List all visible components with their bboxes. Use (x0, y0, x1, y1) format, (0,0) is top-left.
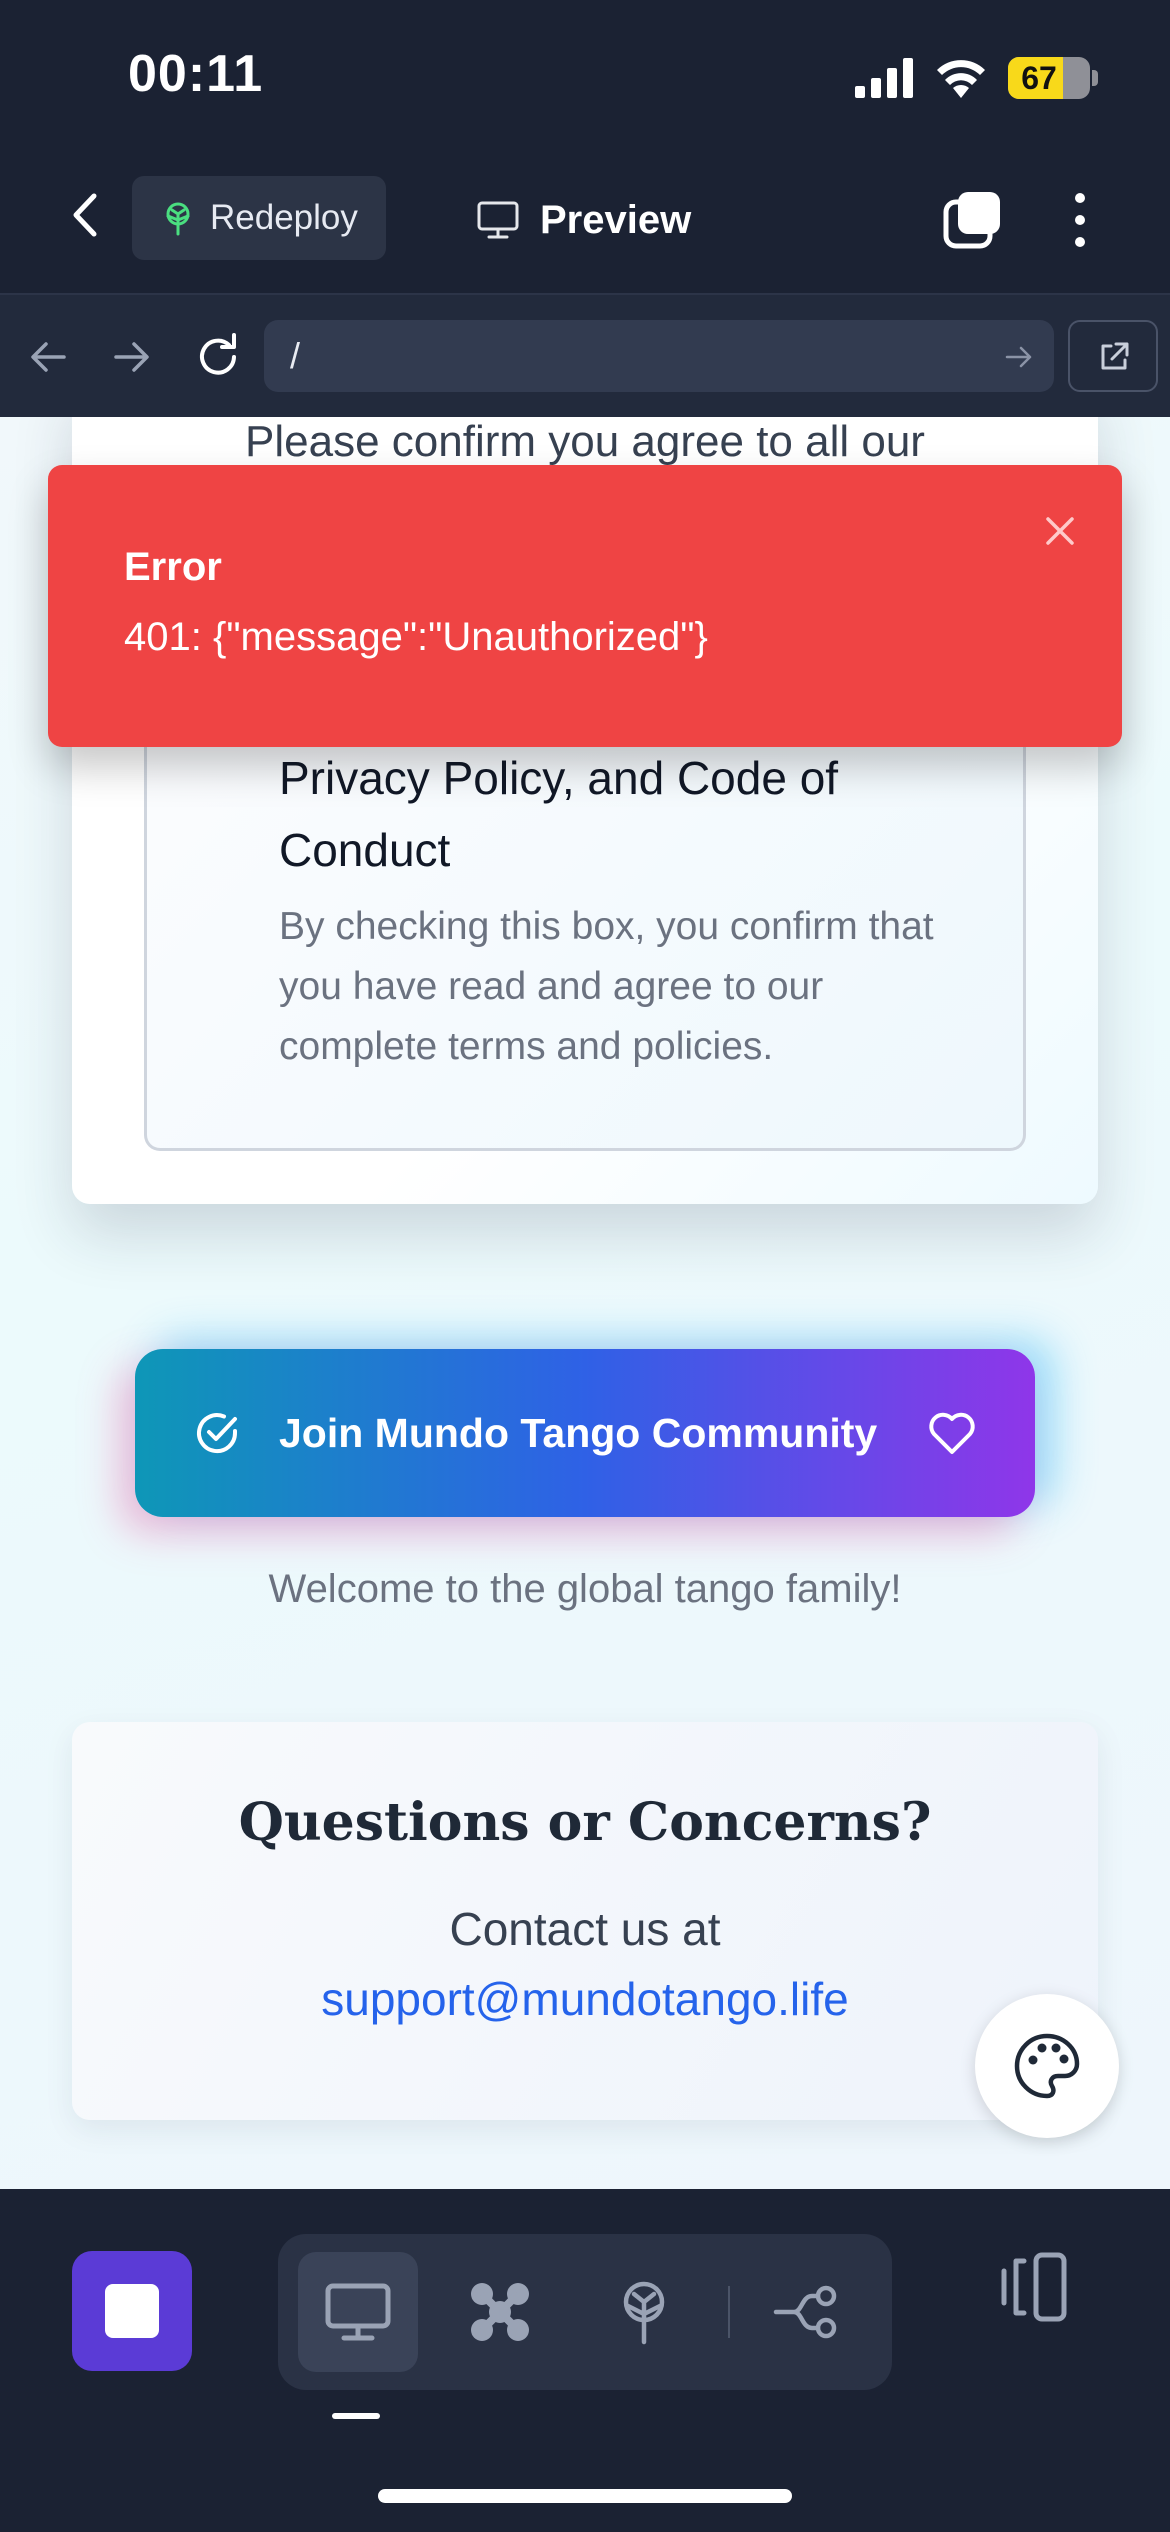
redeploy-button[interactable]: Redeploy (132, 176, 386, 260)
browser-forward-icon[interactable] (110, 335, 154, 379)
contact-email-link[interactable]: support@mundotango.life (72, 1972, 1098, 2026)
terms-intro-text: Please confirm you agree to all our (245, 417, 925, 466)
check-circle-icon (197, 1413, 238, 1454)
extensions-icon (471, 2283, 529, 2341)
stop-button[interactable] (72, 2251, 192, 2371)
extensions-tool[interactable] (440, 2252, 560, 2372)
terms-checkbox-container[interactable]: Privacy Policy, and Code of Conduct By c… (144, 737, 1026, 1151)
home-indicator (378, 2489, 792, 2503)
heart-icon (929, 1412, 975, 1454)
wifi-icon (937, 60, 985, 98)
battery-icon: 67 (1008, 57, 1090, 99)
battery-nub (1092, 70, 1098, 86)
monitor-icon (325, 2283, 391, 2341)
palette-icon (1014, 2033, 1080, 2099)
status-bar: 00:11 67 (0, 0, 1170, 160)
contact-card: Questions or Concerns? Contact us at sup… (72, 1722, 1098, 2120)
preview-tab[interactable]: Preview (476, 180, 691, 260)
stop-icon (105, 2284, 159, 2338)
toolbar-divider (728, 2286, 730, 2338)
deploy-icon (623, 2281, 665, 2345)
bottom-toolbar (0, 2189, 1170, 2532)
workflow-icon (773, 2285, 837, 2339)
workflow-tool[interactable] (748, 2252, 868, 2372)
policy-title: Privacy Policy, and Code of Conduct (279, 752, 839, 876)
open-external-button[interactable] (1068, 320, 1158, 392)
more-options-icon[interactable] (1055, 188, 1105, 252)
deploy-icon (166, 202, 190, 236)
battery-percentage: 67 (1021, 60, 1057, 96)
status-time: 00:11 (128, 45, 264, 103)
welcome-text: Welcome to the global tango family! (268, 1567, 902, 1611)
app-header: Redeploy Preview (0, 160, 1170, 295)
preview-label: Preview (540, 197, 692, 242)
url-text: / (290, 335, 301, 376)
join-community-button[interactable]: Join Mundo Tango Community (135, 1349, 1035, 1517)
tabs-icon[interactable] (940, 188, 1004, 252)
url-go-arrow-icon[interactable] (1004, 342, 1034, 372)
error-toast: Error 401: {"message":"Unauthorized"} (48, 465, 1122, 747)
policy-description: By checking this box, you confirm that y… (279, 905, 934, 1068)
monitor-icon (477, 201, 519, 239)
external-link-icon (1101, 342, 1129, 370)
error-title: Error (124, 545, 222, 589)
contact-title: Questions or Concerns? (238, 1792, 932, 1853)
deploy-tool[interactable] (584, 2252, 704, 2372)
cellular-signal-icon (855, 58, 913, 98)
join-button-label: Join Mundo Tango Community (279, 1410, 878, 1456)
close-icon[interactable] (1040, 511, 1080, 551)
panel-toggle-icon[interactable] (996, 2247, 1076, 2327)
desktop-preview-tool[interactable] (298, 2252, 418, 2372)
contact-text: Contact us at (449, 1903, 721, 1955)
url-input[interactable]: / (264, 320, 1054, 392)
active-tool-indicator (332, 2413, 380, 2419)
error-message: 401: {"message":"Unauthorized"} (124, 615, 708, 659)
back-chevron-icon[interactable] (62, 190, 112, 240)
redeploy-label: Redeploy (210, 198, 358, 237)
browser-bar: / (0, 295, 1170, 417)
tool-group (278, 2234, 892, 2390)
browser-back-icon[interactable] (26, 335, 70, 379)
theme-palette-button[interactable] (975, 1994, 1119, 2138)
reload-icon[interactable] (192, 331, 244, 383)
